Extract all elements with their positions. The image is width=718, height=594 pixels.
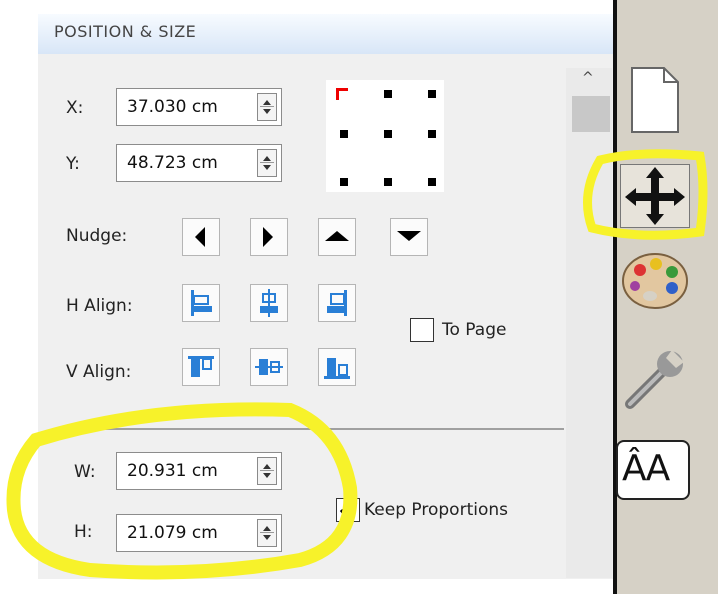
highlight-size-fields xyxy=(6,402,358,580)
highlight-overlay xyxy=(6,149,708,580)
highlight-move-tab xyxy=(583,149,708,240)
